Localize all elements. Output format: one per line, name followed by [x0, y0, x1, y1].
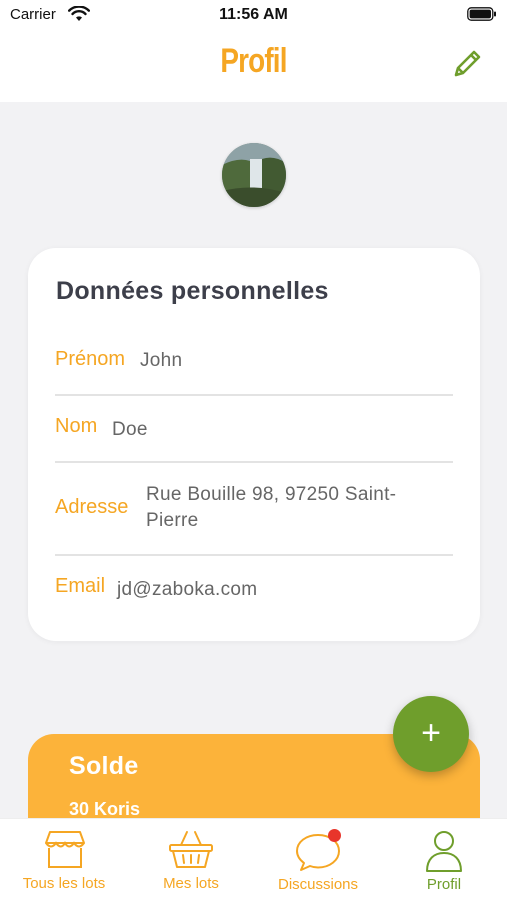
balance-title: Solde [69, 752, 139, 780]
tab-label: Tous les lots [22, 875, 106, 892]
status-bar: Carrier 11:56 AM [0, 0, 507, 30]
field-value: John [140, 350, 183, 371]
field-nom: Nom Doe [55, 415, 453, 445]
field-prenom: Prénom John [55, 348, 453, 378]
add-button[interactable]: + [393, 696, 469, 772]
header: Profil [0, 30, 507, 102]
tab-bar: Tous les lots Mes lots Discussions Profi… [0, 818, 507, 900]
user-icon [426, 831, 462, 872]
balance-amount: 30 Koris [69, 799, 141, 819]
field-label: Prénom [55, 348, 126, 370]
waterfall-photo [222, 143, 286, 207]
avatar[interactable] [222, 143, 286, 207]
field-email: Email jd@zaboka.com [55, 575, 453, 605]
battery-icon [467, 7, 496, 21]
tab-label: Profil [426, 876, 462, 893]
store-icon [45, 831, 85, 868]
divider [55, 554, 453, 556]
tab-discussions[interactable]: Discussions [262, 819, 374, 900]
field-value: jd@zaboka.com [117, 579, 258, 600]
tab-label: Discussions [277, 876, 359, 893]
divider [55, 461, 453, 463]
field-label: Adresse [55, 496, 129, 518]
basket-icon [169, 831, 213, 868]
pencil-icon[interactable] [447, 46, 485, 84]
status-time: 11:56 AM [219, 6, 288, 23]
page-title: Profil [220, 42, 287, 80]
divider [55, 394, 453, 396]
field-adresse: Adresse Rue Bouille 98, 97250 Saint-Pier… [55, 482, 453, 538]
tab-tous-les-lots[interactable]: Tous les lots [8, 819, 120, 900]
field-label: Email [55, 575, 106, 597]
notification-badge [328, 829, 341, 842]
personal-data-card: Données personnelles Prénom John Nom Doe… [28, 248, 480, 641]
tab-profil[interactable]: Profil [389, 819, 499, 900]
tab-mes-lots[interactable]: Mes lots [135, 819, 247, 900]
card-title: Données personnelles [56, 277, 329, 305]
field-label: Nom [55, 415, 98, 437]
field-value: Doe [112, 419, 148, 440]
tab-label: Mes lots [163, 875, 219, 892]
field-value: Rue Bouille 98, 97250 Saint-Pierre [146, 484, 397, 531]
